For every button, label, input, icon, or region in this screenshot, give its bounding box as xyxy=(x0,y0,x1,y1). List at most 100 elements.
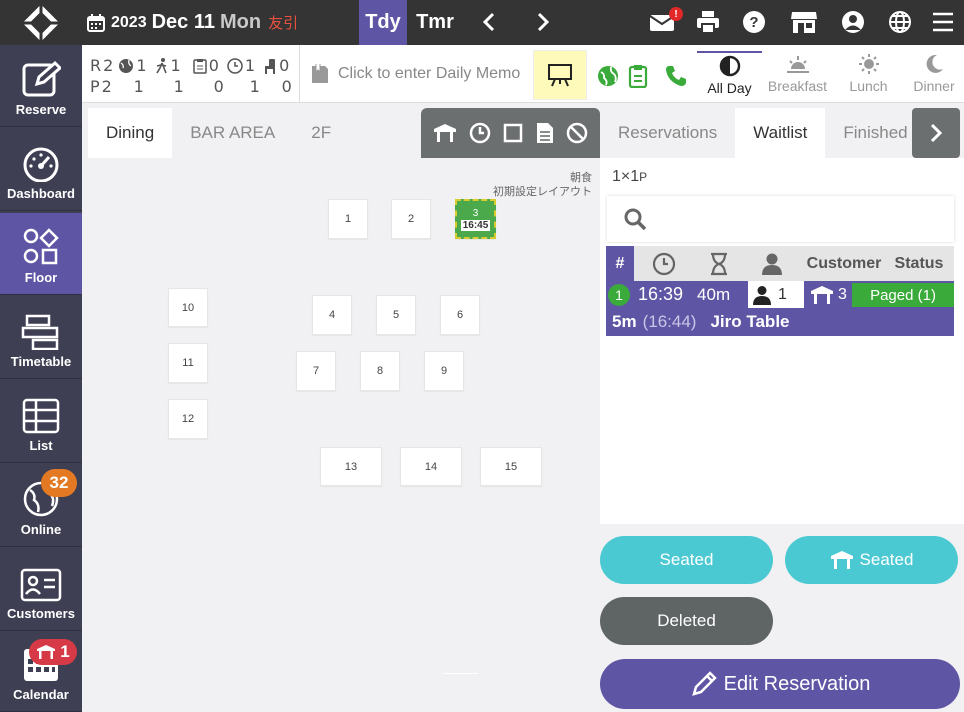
edit-reservation-button[interactable]: Edit Reservation xyxy=(600,659,960,709)
shapes-icon xyxy=(23,228,59,265)
shift-dinner-label: Dinner xyxy=(913,78,955,94)
row-status-badge[interactable]: Paged (1) xyxy=(852,283,954,307)
floor-tab-bar-area[interactable]: BAR AREA xyxy=(172,108,293,158)
date-display[interactable]: 2023 Dec 11 Mon 友引 xyxy=(86,0,298,45)
floor-tab-dining[interactable]: Dining xyxy=(88,108,173,158)
clipboard-small-icon xyxy=(192,58,207,74)
help-icon[interactable]: ? xyxy=(742,10,766,34)
edit-icon xyxy=(22,60,61,97)
chair-icon xyxy=(265,58,276,74)
language-globe-icon[interactable] xyxy=(888,10,912,34)
phone-icon[interactable] xyxy=(665,65,687,87)
table-3-occupied[interactable]: 3 16:45 xyxy=(455,199,496,239)
sidebar-item-floor[interactable]: Floor xyxy=(0,213,82,295)
col-wait[interactable] xyxy=(694,246,744,282)
tabs-next-button[interactable] xyxy=(912,108,960,158)
tomorrow-button[interactable]: Tmr xyxy=(407,0,463,45)
shift-dinner[interactable]: Dinner xyxy=(900,51,964,103)
stats-r-list: 0 xyxy=(208,56,219,75)
sidebar-label-timetable: Timetable xyxy=(10,354,72,369)
gauge-icon xyxy=(23,147,59,182)
tab-reservations[interactable]: Reservations xyxy=(600,108,735,158)
sidebar-item-customers[interactable]: Customers xyxy=(0,549,82,631)
col-customer[interactable]: Customer xyxy=(800,246,888,282)
seated-button[interactable]: Seated xyxy=(600,536,773,584)
table-12[interactable]: 12 xyxy=(168,399,208,439)
online-count-badge: 32 xyxy=(41,469,77,497)
online-globe-icon[interactable] xyxy=(597,65,619,87)
table-11[interactable]: 11 xyxy=(168,343,208,383)
rokuyo: 友引 xyxy=(268,15,299,32)
store-icon[interactable] xyxy=(790,10,818,34)
table-6[interactable]: 6 xyxy=(440,295,480,335)
weekday: Mon xyxy=(219,11,262,33)
stats-r-label: R xyxy=(90,56,102,75)
row-paged-minutes: 5m xyxy=(612,312,637,331)
mail-badge: ! xyxy=(669,7,683,21)
edit-reservation-label: Edit Reservation xyxy=(723,672,871,695)
next-day-icon[interactable] xyxy=(532,11,554,33)
row-people: 1 xyxy=(748,281,804,308)
table-9[interactable]: 9 xyxy=(424,351,464,391)
waitlist-search[interactable] xyxy=(607,196,954,242)
col-time[interactable] xyxy=(634,246,694,282)
waitlist-header: # Customer Status xyxy=(606,246,954,282)
layout-label: 朝食 初期設定レイアウト xyxy=(493,171,592,199)
stats-row-reservations: R 2 1 1 0 1 0 xyxy=(90,55,292,76)
sidebar-item-list[interactable]: List xyxy=(0,381,82,463)
shift-lunch[interactable]: Lunch xyxy=(836,51,901,103)
table-4[interactable]: 4 xyxy=(312,295,352,335)
calendar-count-badge: 1 xyxy=(29,639,77,665)
table-15[interactable]: 15 xyxy=(480,447,542,486)
today-button[interactable]: Tdy xyxy=(359,0,407,45)
row-people-count: 1 xyxy=(778,285,787,303)
col-people[interactable] xyxy=(744,246,800,282)
sidebar-item-reserve[interactable]: Reserve xyxy=(0,45,82,127)
sidebar-item-dashboard[interactable]: Dashboard xyxy=(0,129,82,211)
sidebar-item-timetable[interactable]: Timetable xyxy=(0,297,82,379)
row-table: 3 xyxy=(810,281,847,308)
stats-p-list: 0 xyxy=(213,77,224,96)
reservation-tabs: Reservations Waitlist Finished xyxy=(600,108,964,158)
shift-breakfast[interactable]: Breakfast xyxy=(765,51,830,103)
print-icon[interactable] xyxy=(696,10,720,34)
account-icon[interactable] xyxy=(841,10,865,34)
table-2[interactable]: 2 xyxy=(391,199,431,239)
table-10[interactable]: 10 xyxy=(168,288,208,327)
daily-memo[interactable]: Click to enter Daily Memo xyxy=(299,45,532,103)
table-14[interactable]: 14 xyxy=(400,447,462,486)
clipboard-icon[interactable] xyxy=(628,64,648,88)
contrast-icon xyxy=(719,55,740,77)
table-icon xyxy=(830,551,853,569)
ratio-times: × xyxy=(620,168,631,185)
tab-waitlist[interactable]: Waitlist xyxy=(735,108,826,158)
shift-all-day[interactable]: All Day xyxy=(697,51,762,103)
document-icon[interactable] xyxy=(536,122,554,144)
ban-icon[interactable] xyxy=(566,122,588,144)
menu-icon[interactable] xyxy=(932,11,954,33)
table-13[interactable]: 13 xyxy=(320,447,382,486)
floor-divider xyxy=(443,673,478,674)
table-8[interactable]: 8 xyxy=(360,351,400,391)
table-5[interactable]: 5 xyxy=(376,295,416,335)
sun-icon xyxy=(858,54,879,74)
prev-day-icon[interactable] xyxy=(478,11,500,33)
table-icon[interactable] xyxy=(433,122,457,144)
person-icon xyxy=(753,285,771,305)
moon-icon xyxy=(926,54,943,73)
table-seated-button[interactable]: Seated xyxy=(785,536,958,584)
table-7[interactable]: 7 xyxy=(296,351,336,391)
sidebar: Reserve Dashboard Floor Timetable List O… xyxy=(0,45,82,712)
table-1[interactable]: 1 xyxy=(328,199,368,239)
square-icon[interactable] xyxy=(503,123,523,143)
presentation-board-button[interactable] xyxy=(533,50,587,100)
app-logo-icon[interactable] xyxy=(0,0,82,45)
col-status[interactable]: Status xyxy=(888,246,950,282)
floor-tab-2f[interactable]: 2F xyxy=(293,108,349,158)
waitlist-row[interactable]: 1 16:39 40m 1 3 Paged (1) 5m (16:44) Jir… xyxy=(606,281,954,336)
tab-finished[interactable]: Finished xyxy=(825,108,925,158)
clock-icon[interactable] xyxy=(469,122,491,144)
col-number[interactable]: # xyxy=(606,246,634,282)
deleted-button[interactable]: Deleted xyxy=(600,597,773,645)
sidebar-label-floor: Floor xyxy=(24,270,58,285)
